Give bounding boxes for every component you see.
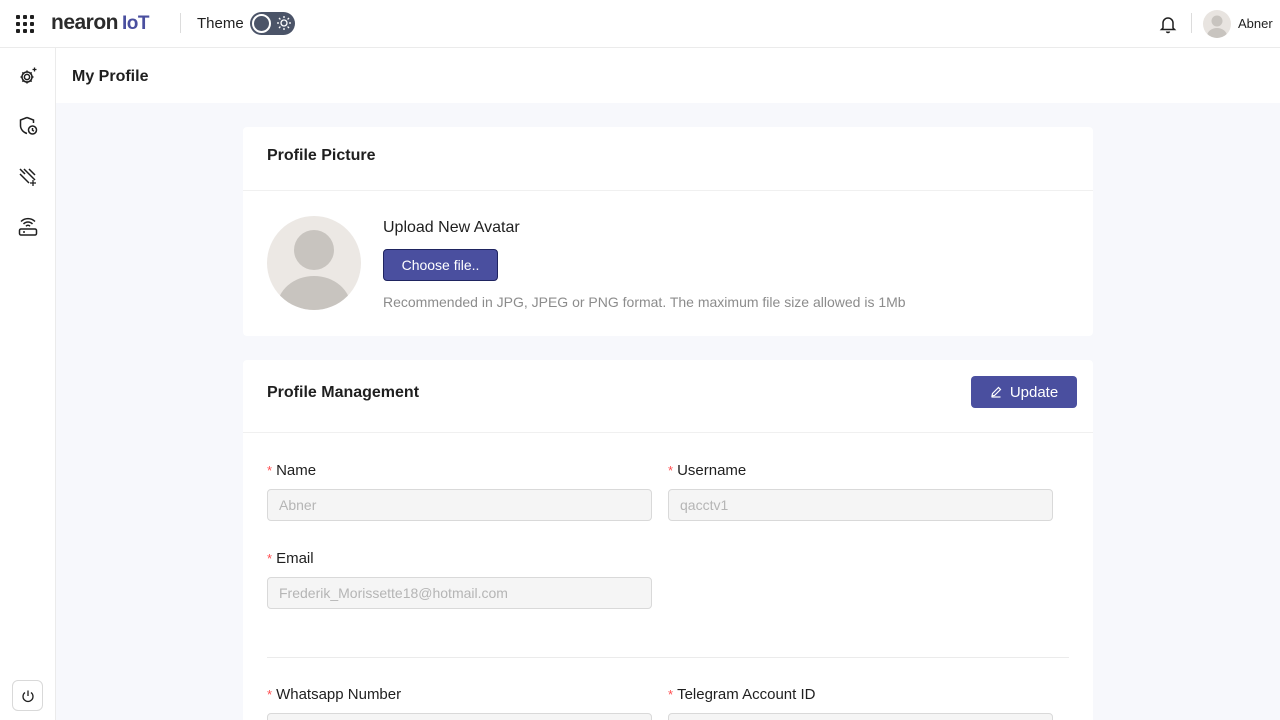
- gear-sparkle-icon[interactable]: [17, 65, 39, 87]
- card-title: Profile Picture: [267, 147, 376, 164]
- card-header: Profile Picture: [243, 127, 1093, 191]
- email-label-text: Email: [276, 550, 314, 567]
- bell-icon[interactable]: [1158, 14, 1178, 34]
- username-field[interactable]: [668, 489, 1053, 521]
- choose-file-button[interactable]: Choose file..: [383, 249, 498, 281]
- logout-button[interactable]: [12, 680, 43, 711]
- avatar[interactable]: [1203, 10, 1231, 38]
- router-wifi-icon[interactable]: [17, 215, 39, 237]
- sidebar: [0, 48, 56, 720]
- name-field[interactable]: [267, 489, 652, 521]
- profile-management-card: Profile Management Update *Name *Usernam…: [243, 360, 1093, 720]
- telegram-field[interactable]: [668, 713, 1053, 720]
- required-mark: *: [668, 463, 674, 478]
- theme-label: Theme: [197, 15, 244, 32]
- whatsapp-field[interactable]: [267, 713, 652, 720]
- logo-suffix: IoT: [122, 13, 150, 34]
- page-title: My Profile: [72, 68, 149, 85]
- whatsapp-label-text: Whatsapp Number: [276, 686, 402, 703]
- theme-toggle[interactable]: [250, 12, 295, 35]
- card-header: Profile Management Update: [243, 360, 1093, 433]
- form-divider: [267, 657, 1069, 658]
- app-logo[interactable]: nearon IoT: [51, 11, 150, 35]
- username-label: * Username: [668, 462, 746, 479]
- toggle-knob: [252, 14, 271, 33]
- card-title: Profile Management: [267, 384, 420, 401]
- sun-icon: [277, 16, 291, 30]
- profile-picture-card: Profile Picture Upload New Avatar Choose…: [243, 127, 1093, 336]
- name-label-text: Name: [276, 462, 317, 479]
- user-silhouette-icon: [277, 230, 351, 310]
- pencil-icon: [991, 386, 1002, 398]
- required-mark: *: [267, 463, 273, 478]
- required-mark: *: [267, 551, 273, 566]
- logo-main: nearon: [51, 11, 119, 34]
- power-icon: [21, 690, 34, 702]
- email-field[interactable]: [267, 577, 652, 609]
- shield-clock-icon[interactable]: [17, 115, 39, 137]
- header-divider: [180, 13, 181, 33]
- page-header: My Profile: [56, 48, 1280, 103]
- whatsapp-label: * Whatsapp Number: [267, 686, 401, 703]
- upload-hint: Recommended in JPG, JPEG or PNG format. …: [383, 294, 906, 310]
- required-mark: *: [267, 687, 273, 702]
- signal-lines-icon[interactable]: [17, 165, 39, 187]
- top-bar: nearon IoT Theme Abner: [0, 0, 1280, 48]
- username-label-text: Username: [677, 462, 747, 479]
- profile-avatar: [267, 216, 361, 310]
- required-mark: *: [668, 687, 674, 702]
- apps-grid-icon[interactable]: [16, 15, 34, 33]
- update-button[interactable]: Update: [971, 376, 1077, 408]
- user-silhouette-icon: [1207, 15, 1227, 38]
- name-label: * Name: [267, 462, 316, 479]
- telegram-label: * Telegram Account ID: [668, 686, 815, 703]
- user-name[interactable]: Abner: [1238, 16, 1273, 31]
- upload-title: Upload New Avatar: [383, 219, 520, 236]
- update-label: Update: [1009, 383, 1059, 401]
- telegram-label-text: Telegram Account ID: [677, 686, 816, 703]
- email-label: * Email: [267, 550, 314, 567]
- header-divider: [1191, 13, 1192, 33]
